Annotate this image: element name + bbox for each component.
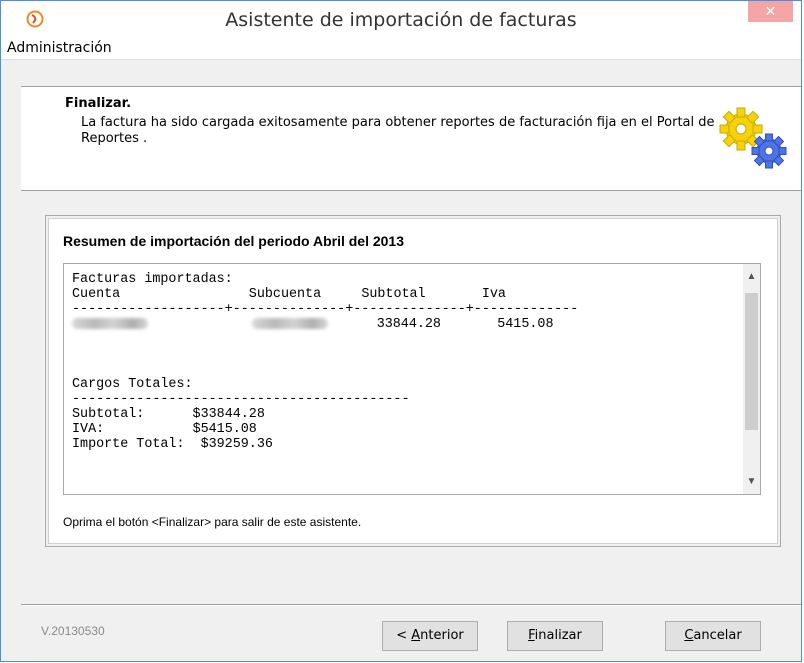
- finish-button-label: inalizar: [534, 628, 582, 643]
- scroll-thumb[interactable]: [745, 293, 758, 430]
- chevron-down-icon: ▼: [746, 476, 757, 487]
- redacted-subcuenta: [252, 317, 329, 329]
- version-label: V.20130530: [41, 624, 105, 638]
- summary-footer-hint: Oprima el botón <Finalizar> para salir d…: [63, 515, 362, 529]
- column-header-iva: Iva: [481, 287, 506, 302]
- title-bar[interactable]: Asistente de importación de facturas ✕: [1, 1, 801, 37]
- gears-icon: [719, 107, 787, 169]
- row-subtotal: 33844.28: [376, 317, 441, 332]
- report-text: Facturas importadas: Cuenta Subcuenta Su…: [72, 272, 578, 452]
- total-iva-label: IVA:: [72, 422, 105, 437]
- cancel-button[interactable]: Cancelar: [665, 621, 761, 651]
- report-separator: -------------------+--------------+-----…: [72, 302, 579, 317]
- footer-separator: [21, 604, 801, 606]
- summary-panel: Resumen de importación del periodo Abril…: [48, 218, 778, 544]
- report-heading: Facturas importadas:: [72, 272, 233, 287]
- import-report-textbox[interactable]: Facturas importadas: Cuenta Subcuenta Su…: [63, 263, 761, 495]
- column-header-subcuenta: Subcuenta: [248, 287, 322, 302]
- totals-separator: ----------------------------------------…: [72, 392, 410, 407]
- menu-item-administracion[interactable]: Administración: [7, 40, 112, 56]
- finish-button[interactable]: Finalizar: [507, 621, 603, 651]
- redacted-cuenta: [72, 317, 148, 329]
- total-subtotal-value: $33844.28: [192, 407, 265, 422]
- close-icon: ✕: [764, 3, 777, 19]
- back-button-label: nterior: [420, 628, 464, 643]
- total-importe-value: $39259.36: [200, 437, 273, 452]
- close-button[interactable]: ✕: [748, 1, 793, 22]
- vertical-scrollbar[interactable]: ▲ ▼: [743, 264, 760, 494]
- menu-bar: Administración: [1, 37, 801, 60]
- totals-heading: Cargos Totales:: [72, 377, 193, 392]
- row-iva: 5415.08: [497, 317, 554, 332]
- back-button[interactable]: < Anterior: [382, 621, 478, 651]
- column-header-subtotal: Subtotal: [361, 287, 426, 302]
- summary-title: Resumen de importación del periodo Abril…: [63, 233, 405, 249]
- column-header-cuenta: Cuenta: [72, 287, 121, 302]
- scroll-up-button[interactable]: ▲: [743, 268, 760, 285]
- wizard-window: Asistente de importación de facturas ✕ A…: [0, 0, 802, 662]
- back-button-mnemonic: A: [411, 628, 421, 643]
- total-importe-label: Importe Total:: [72, 437, 185, 452]
- window-title: Asistente de importación de facturas: [225, 9, 577, 31]
- scroll-down-button[interactable]: ▼: [743, 473, 760, 490]
- total-iva-value: $5415.08: [192, 422, 257, 437]
- back-button-prefix: <: [396, 628, 412, 643]
- header-description: La factura ha sido cargada exitosamente …: [81, 115, 715, 146]
- header-title: Finalizar.: [65, 96, 132, 111]
- total-subtotal-label: Subtotal:: [72, 407, 145, 422]
- wizard-header: Finalizar. La factura ha sido cargada ex…: [21, 86, 801, 191]
- chevron-up-icon: ▲: [746, 271, 757, 282]
- cancel-button-label: ancelar: [693, 628, 742, 643]
